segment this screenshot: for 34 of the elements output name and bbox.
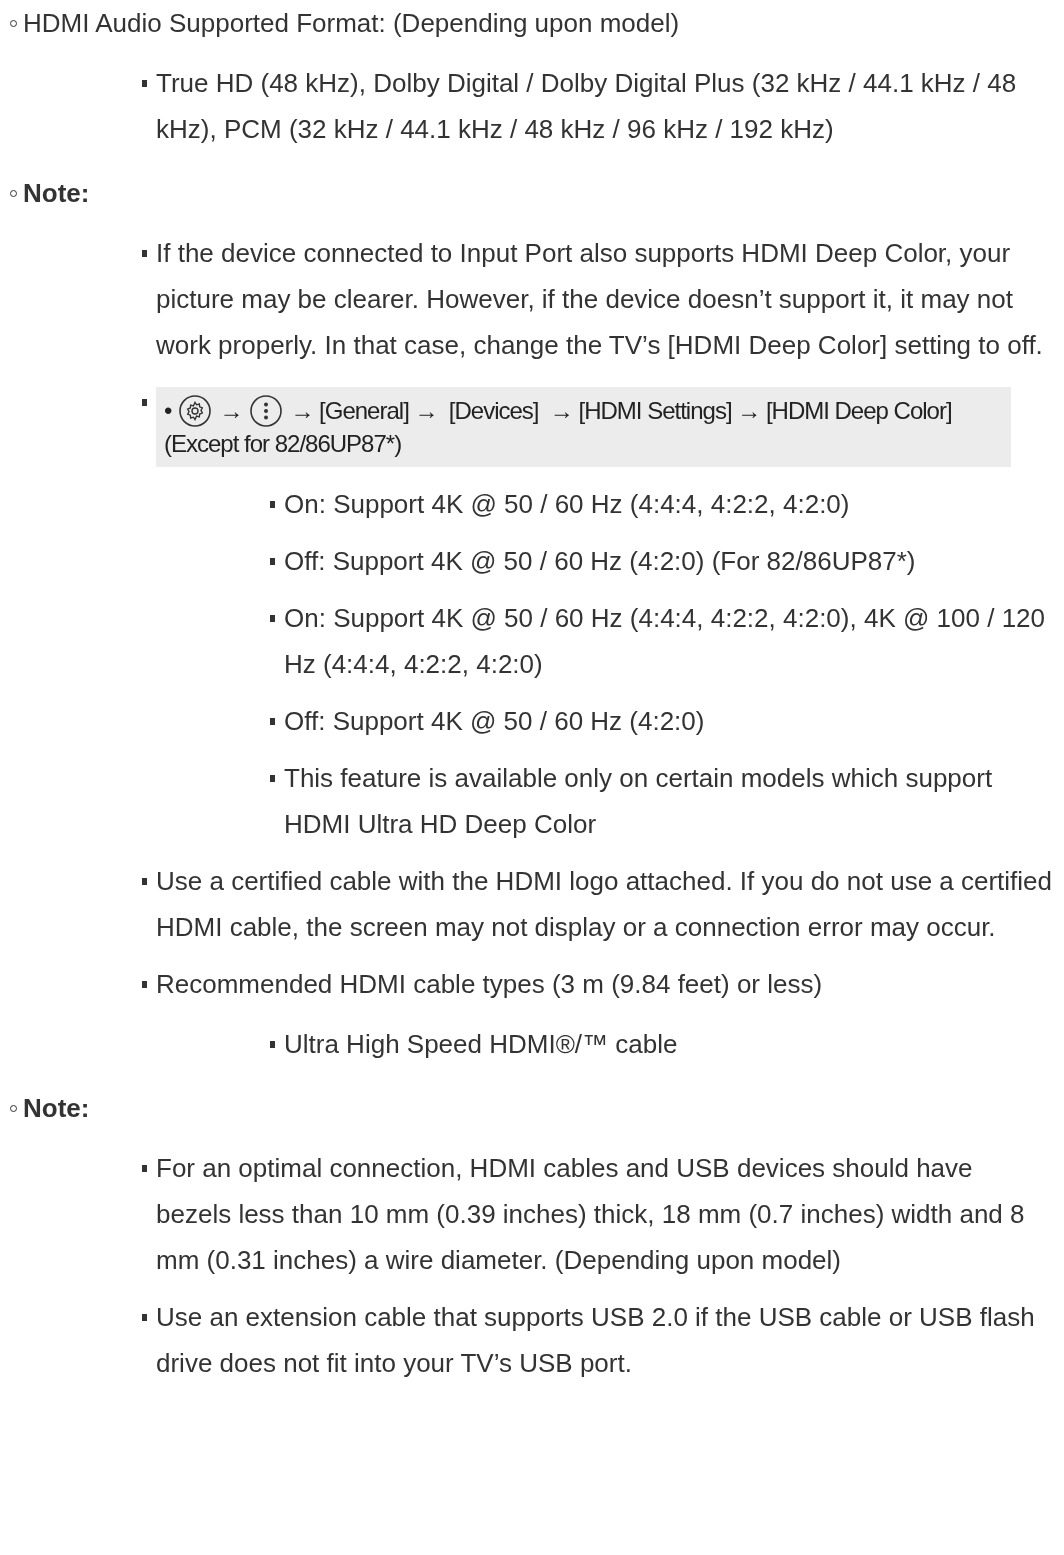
list-item-text: Use a certified cable with the HDMI logo attached. If you do not use a certified HDMI cable, the screen may not display or a connection error may occur.: [156, 865, 1054, 944]
list-item-text: Use an extension cable that supports USB 2.0 if the USB cable or USB flash drive does not fit into your TV’s USB port.: [156, 1301, 1036, 1380]
square-bullet-icon: [270, 1040, 275, 1048]
list-item-text: For an optimal connection, HDMI cables and USB devices should have bezels less than 10 mm (0.39 inches) thick, 18 mm (0.7 inches) width and 8 mm (0.31 inches) a wire diameter. (Depending upon model): [156, 1152, 1026, 1277]
note-heading: Note:: [23, 1092, 90, 1125]
list-item-text: HDMI Audio Supported Format: (Depending upon model): [23, 7, 680, 40]
square-bullet-icon: [270, 774, 275, 782]
list-item-text: On: Support 4K @ 50 / 60 Hz (4:4:4, 4:2:2, 4:2:0): [284, 488, 850, 521]
square-bullet-icon: [270, 717, 275, 725]
square-bullet-icon: [142, 1164, 147, 1172]
square-bullet-icon: [142, 249, 147, 257]
gear-icon: [179, 395, 212, 427]
list-item-text: Off: Support 4K @ 50 / 60 Hz (4:2:0): [284, 705, 705, 738]
list-item-text: Recommended HDMI cable types (3 m (9.84 feet) or less): [156, 968, 823, 1001]
list-item-text: This feature is available only on certain models which support HDMI Ultra HD Deep Color: [284, 762, 994, 841]
list-item-text: True HD (48 kHz), Dolby Digital / Dolby Digital Plus (32 kHz / 44.1 kHz / 48 kHz), PCM (32 kHz / 44.1 kHz / 48 kHz / 96 kHz / 192 kHz): [156, 67, 1018, 146]
path-text: → [General] → [Devices] → [HDMI Settings] → [HDMI Deep Color]: [290, 396, 952, 426]
list-item-text: If the device connected to Input Port also supports HDMI Deep Color, your picture may be clearer. However, if the device doesn’t support it, it may not work properly. In that case, change the TV’s [HDMI Deep Color] setting to off.: [156, 237, 1044, 362]
square-bullet-icon: [142, 877, 147, 885]
square-bullet-icon: [270, 500, 275, 508]
square-bullet-icon: [142, 398, 147, 406]
path-text: •: [164, 396, 172, 426]
path-caption: (Except for 82/86UP87*): [164, 429, 403, 459]
square-bullet-icon: [142, 79, 147, 87]
square-bullet-icon: [142, 1313, 147, 1321]
square-bullet-icon: [270, 614, 275, 622]
list-item-text: On: Support 4K @ 50 / 60 Hz (4:4:4, 4:2:2, 4:2:0), 4K @ 100 / 120 Hz (4:4:4, 4:2:2, 4:2:0): [284, 602, 1046, 681]
list-item-text: Ultra High Speed HDMI®/™ cable: [284, 1028, 678, 1061]
square-bullet-icon: [270, 557, 275, 565]
note-heading: Note:: [23, 177, 90, 210]
more-icon: [250, 395, 283, 427]
list-item-text: Off: Support 4K @ 50 / 60 Hz (4:2:0) (For 82/86UP87*): [284, 545, 916, 578]
path-text: →: [219, 396, 243, 426]
square-bullet-icon: [142, 980, 147, 988]
